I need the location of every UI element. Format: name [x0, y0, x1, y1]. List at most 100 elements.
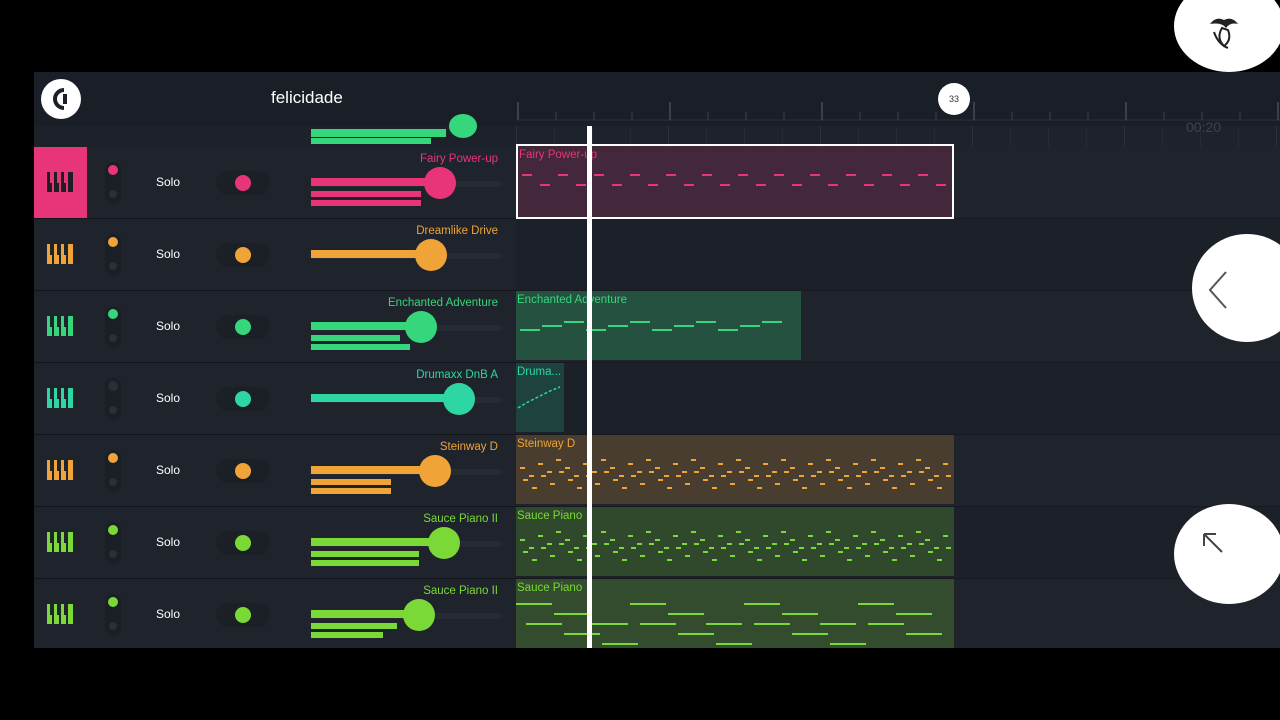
- solo-button[interactable]: Solo: [156, 391, 180, 405]
- select-toggle[interactable]: [235, 463, 251, 479]
- track-name: Sauce Piano II: [423, 513, 498, 525]
- mute-toggle[interactable]: [105, 378, 121, 420]
- piano-keys-icon: [46, 603, 73, 624]
- volume-knob[interactable]: [443, 383, 476, 415]
- timeline-ruler[interactable]: [516, 72, 1280, 126]
- pattern-clip[interactable]: Sauce Piano: [516, 507, 954, 576]
- pattern-clip[interactable]: Enchanted Adventure: [516, 291, 801, 360]
- song-title[interactable]: felicidade: [271, 88, 343, 108]
- solo-button[interactable]: Solo: [156, 319, 180, 333]
- solo-button[interactable]: Solo: [156, 607, 180, 621]
- instrument-button[interactable]: [34, 219, 87, 290]
- level-meter: [311, 479, 391, 485]
- clip-label: Steinway D: [517, 438, 576, 450]
- mute-toggle[interactable]: [105, 234, 121, 276]
- solo-button[interactable]: Solo: [156, 463, 180, 477]
- track-row: Solo Sauce Piano II: [34, 579, 516, 648]
- volume-knob[interactable]: [414, 239, 447, 271]
- volume-knob[interactable]: [405, 311, 438, 343]
- track-area: Solo Fairy Power-up Solo Dreamlike Drive: [34, 114, 1280, 648]
- solo-button[interactable]: Solo: [156, 535, 180, 549]
- app-logo-icon: [53, 88, 67, 110]
- mute-led-off: [109, 406, 117, 414]
- track-name: Steinway D: [439, 441, 498, 453]
- select-toggle[interactable]: [235, 319, 251, 335]
- playhead[interactable]: [587, 126, 592, 648]
- pattern-clip[interactable]: Sauce Piano: [516, 579, 954, 648]
- volume-fill: [311, 466, 435, 474]
- volume-knob[interactable]: [403, 599, 436, 631]
- bar-marker[interactable]: 33: [938, 83, 970, 115]
- instrument-button[interactable]: [34, 147, 87, 218]
- select-toggle[interactable]: [235, 391, 251, 407]
- level-meter: [311, 200, 422, 206]
- pattern-clip[interactable]: Fairy Power-up: [516, 144, 954, 219]
- level-meter: [311, 335, 401, 341]
- track-name: Fairy Power-up: [420, 153, 498, 165]
- clip-notes: [520, 459, 951, 489]
- pattern-clip[interactable]: Steinway D: [516, 435, 954, 504]
- mute-toggle[interactable]: [105, 522, 121, 564]
- level-meter: [311, 191, 422, 197]
- time-display: 00:20: [1186, 119, 1222, 135]
- instrument-button[interactable]: [34, 579, 87, 648]
- volume-fill: [311, 394, 460, 402]
- solo-button[interactable]: Solo: [156, 175, 180, 189]
- mute-led-off: [109, 262, 117, 270]
- mute-led-off: [109, 622, 117, 630]
- level-meter: [311, 488, 391, 494]
- arrow-up-left-icon: [1203, 533, 1223, 553]
- volume-knob[interactable]: [428, 527, 460, 559]
- instrument-button[interactable]: [34, 435, 87, 506]
- mute-led-off: [109, 334, 117, 342]
- piano-keys-icon: [46, 243, 73, 264]
- instrument-button[interactable]: [34, 291, 87, 362]
- select-toggle[interactable]: [235, 175, 251, 191]
- mute-toggle[interactable]: [105, 162, 121, 204]
- volume-knob[interactable]: [449, 114, 477, 138]
- select-toggle[interactable]: [235, 535, 251, 551]
- top-bar: felicidade 33: [34, 72, 1280, 126]
- solo-button[interactable]: Solo: [156, 247, 180, 261]
- mute-led: [108, 165, 118, 175]
- playlist-row[interactable]: [516, 363, 1280, 435]
- mute-led: [108, 525, 118, 535]
- piano-keys-icon: [46, 459, 73, 480]
- piano-keys-icon: [46, 387, 73, 408]
- playlist-row[interactable]: [516, 219, 1280, 291]
- select-toggle[interactable]: [235, 247, 251, 263]
- mute-led-off: [109, 190, 117, 198]
- mute-led-off: [109, 478, 117, 486]
- mute-toggle[interactable]: [105, 594, 121, 636]
- menu-button[interactable]: [41, 79, 81, 119]
- fl-studio-logo-button[interactable]: [1174, 0, 1280, 72]
- mute-toggle[interactable]: [105, 450, 121, 492]
- mute-led: [108, 381, 118, 391]
- mute-led: [108, 309, 118, 319]
- playlist-area[interactable]: Fairy Power-up Enchanted Adventure Druma…: [516, 126, 1280, 648]
- clip-label: Sauce Piano: [517, 510, 583, 522]
- piano-keys-icon: [46, 171, 73, 192]
- mute-led: [108, 453, 118, 463]
- track-name: Dreamlike Drive: [416, 225, 498, 237]
- piano-keys-icon: [46, 531, 73, 552]
- volume-fill: [311, 129, 446, 137]
- level-meter: [311, 138, 431, 144]
- volume-knob[interactable]: [418, 455, 451, 487]
- level-meter: [311, 344, 410, 350]
- clip-label: Fairy Power-up: [519, 149, 597, 161]
- volume-knob[interactable]: [424, 167, 457, 199]
- select-toggle[interactable]: [235, 607, 251, 623]
- volume-fill: [311, 178, 441, 186]
- expand-button[interactable]: [1174, 504, 1280, 604]
- track-row: Solo Dreamlike Drive: [34, 219, 516, 291]
- mute-toggle[interactable]: [105, 306, 121, 348]
- piano-keys-icon: [46, 315, 73, 336]
- instrument-button[interactable]: [34, 363, 87, 434]
- clip-label: Sauce Piano: [517, 582, 583, 594]
- track-name: Drumaxx DnB A: [416, 369, 498, 381]
- pattern-clip[interactable]: Druma...: [516, 363, 564, 432]
- instrument-button[interactable]: [34, 507, 87, 578]
- clip-label: Druma...: [517, 366, 562, 378]
- track-row: Solo Fairy Power-up: [34, 147, 516, 219]
